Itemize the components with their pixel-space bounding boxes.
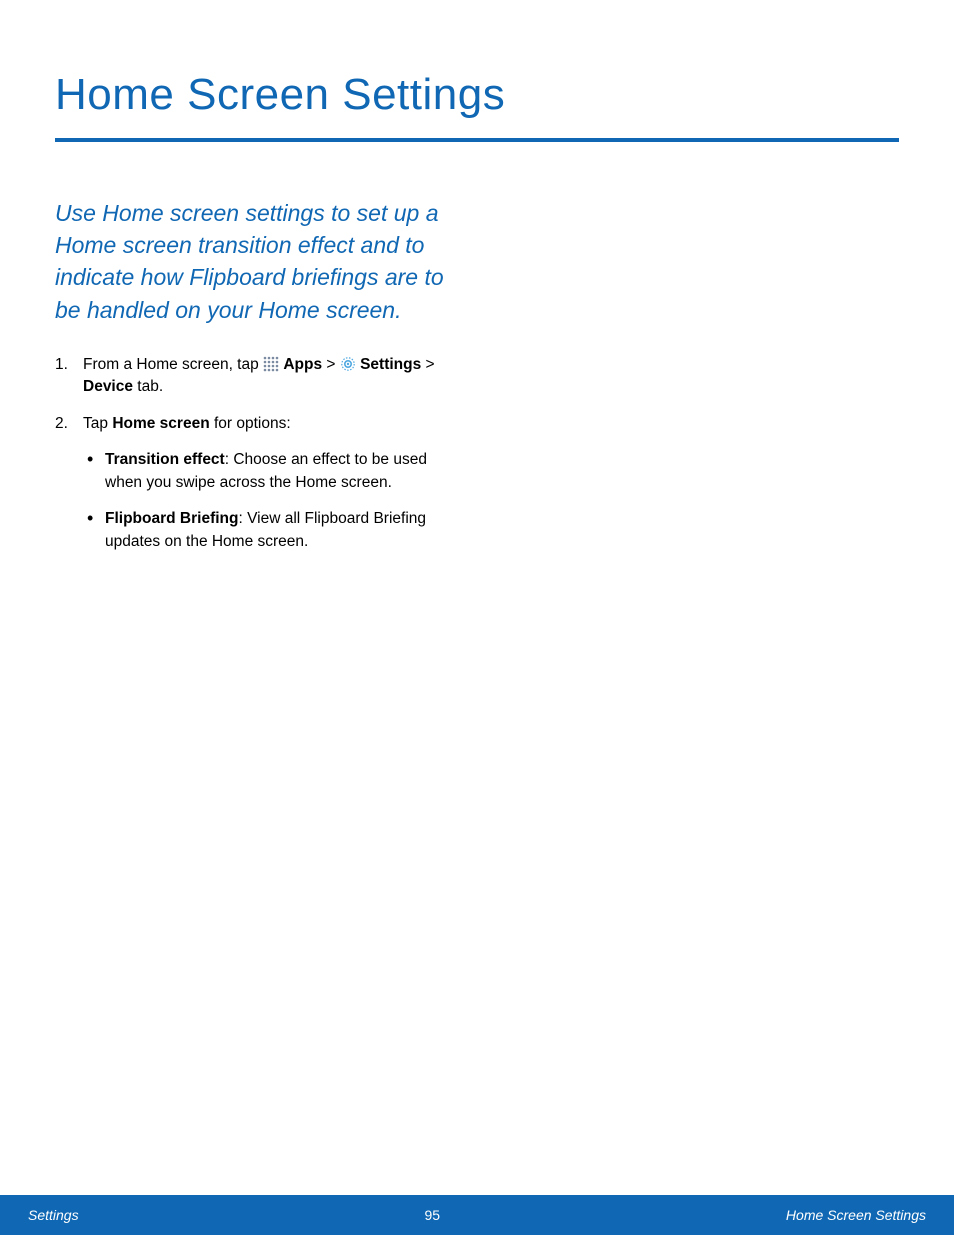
intro-text: Use Home screen settings to set up a Hom…: [55, 197, 465, 326]
sep-1: >: [322, 356, 340, 373]
title-rule: [55, 138, 899, 142]
tab-suffix: tab.: [133, 378, 163, 395]
apps-label: Apps: [283, 356, 322, 373]
settings-label: Settings: [360, 356, 421, 373]
sep-2: >: [421, 356, 434, 373]
footer-left: Settings: [28, 1207, 79, 1223]
step-2: Tap Home screen for options: Transition …: [55, 413, 465, 553]
bullet-transition: Transition effect: Choose an effect to b…: [83, 449, 465, 494]
gear-icon: [340, 356, 356, 372]
device-label: Device: [83, 378, 133, 395]
step-2-pre: Tap: [83, 415, 112, 432]
page-footer: Settings 95 Home Screen Settings: [0, 1195, 954, 1235]
footer-page-number: 95: [424, 1207, 440, 1223]
page-title: Home Screen Settings: [55, 70, 899, 120]
home-screen-label: Home screen: [112, 415, 209, 432]
step-2-post: for options:: [210, 415, 291, 432]
apps-grid-icon: [263, 356, 279, 372]
bullet-flipboard-label: Flipboard Briefing: [105, 510, 238, 527]
bullet-flipboard: Flipboard Briefing: View all Flipboard B…: [83, 508, 465, 553]
bullet-transition-label: Transition effect: [105, 451, 225, 468]
footer-right: Home Screen Settings: [786, 1207, 926, 1223]
step-1-pre: From a Home screen, tap: [83, 356, 263, 373]
step-1: From a Home screen, tap Apps > Settings …: [55, 354, 465, 399]
